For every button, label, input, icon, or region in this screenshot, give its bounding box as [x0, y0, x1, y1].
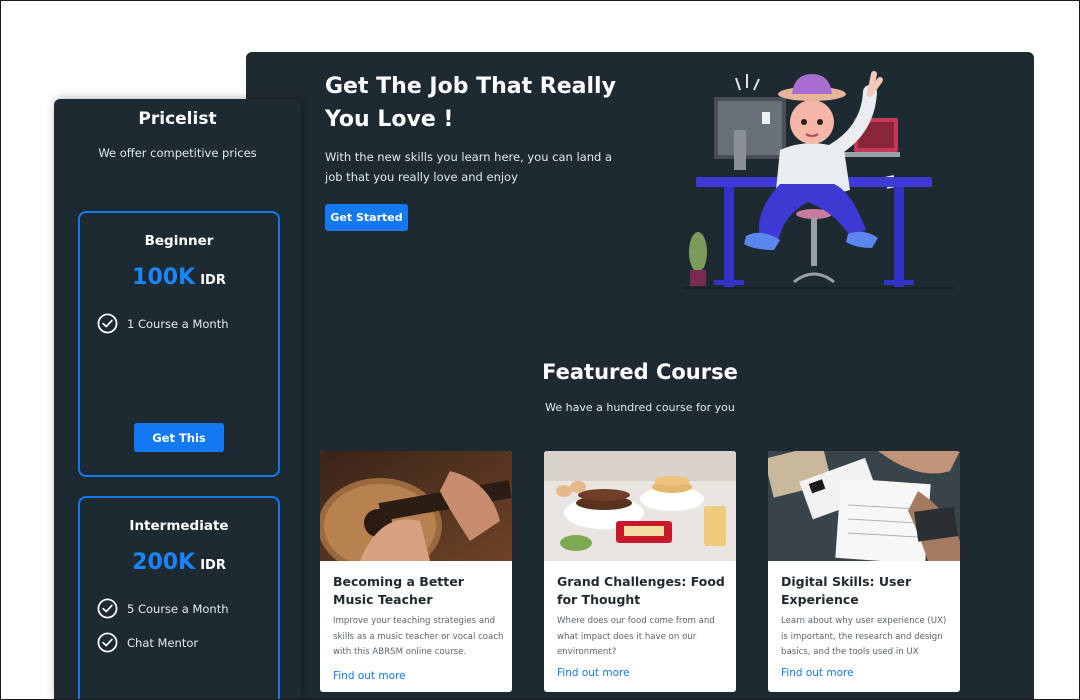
course-card[interactable]: Becoming a Better Music Teacher Improve … — [320, 451, 512, 692]
developer-illustration — [684, 71, 954, 289]
desk-photo — [768, 451, 960, 561]
landing-panel: Get The Job That Really You Love ! With … — [246, 52, 1034, 700]
guitar-photo — [320, 451, 512, 561]
course-title: Grand Challenges: Food for Thought — [557, 574, 725, 607]
plan-feature: 1 Course a Month — [97, 313, 229, 334]
pricelist-title: Pricelist — [138, 109, 217, 129]
plan-feature: Chat Mentor — [97, 632, 198, 653]
plan-card-beginner: Beginner 100K IDR 1 Course a Month Get T… — [78, 211, 280, 477]
price-value: 200K — [132, 550, 196, 575]
plan-price: 100K IDR — [80, 265, 278, 290]
pricelist-panel: Pricelist We offer competitive prices Be… — [54, 99, 301, 700]
plan-feature-label: 1 Course a Month — [127, 316, 229, 331]
course-description: Improve your teaching strategies and ski… — [333, 616, 504, 657]
course-title: Digital Skills: User Experience — [781, 574, 912, 607]
pricelist-subtitle: We offer competitive prices — [98, 146, 257, 160]
check-circle-icon — [97, 313, 118, 334]
course-title: Becoming a Better Music Teacher — [333, 574, 464, 607]
course-card[interactable]: Digital Skills: User Experience Learn ab… — [768, 451, 960, 692]
plan-card-intermediate: Intermediate 200K IDR 5 Course a Month C… — [78, 496, 280, 700]
course-card[interactable]: Grand Challenges: Food for Thought Where… — [544, 451, 736, 692]
featured-title: Featured Course — [542, 360, 738, 384]
price-currency: IDR — [200, 273, 226, 288]
plan-feature-label: Chat Mentor — [127, 635, 199, 650]
get-this-button[interactable]: Get This — [134, 423, 224, 452]
find-out-more-link[interactable]: Find out more — [557, 667, 729, 679]
featured-subtitle: We have a hundred course for you — [545, 401, 735, 414]
hero-title: Get The Job That Really You Love ! — [325, 74, 616, 132]
check-circle-icon — [97, 598, 118, 619]
price-value: 100K — [132, 265, 196, 290]
breakfast-photo — [544, 451, 736, 561]
plan-feature: 5 Course a Month — [97, 598, 229, 619]
plan-price: 200K IDR — [80, 550, 278, 575]
find-out-more-link[interactable]: Find out more — [781, 667, 953, 679]
plan-feature-label: 5 Course a Month — [127, 601, 229, 616]
course-description: Where does our food come from and what i… — [557, 616, 715, 657]
find-out-more-link[interactable]: Find out more — [333, 670, 505, 682]
check-circle-icon — [97, 632, 118, 653]
get-started-button[interactable]: Get Started — [325, 204, 408, 231]
hero-description: With the new skills you learn here, you … — [325, 150, 613, 184]
price-currency: IDR — [200, 558, 226, 573]
plan-name: Beginner — [144, 233, 214, 249]
course-description: Learn about why user experience (UX) is … — [781, 616, 947, 657]
plan-name: Intermediate — [129, 518, 229, 534]
